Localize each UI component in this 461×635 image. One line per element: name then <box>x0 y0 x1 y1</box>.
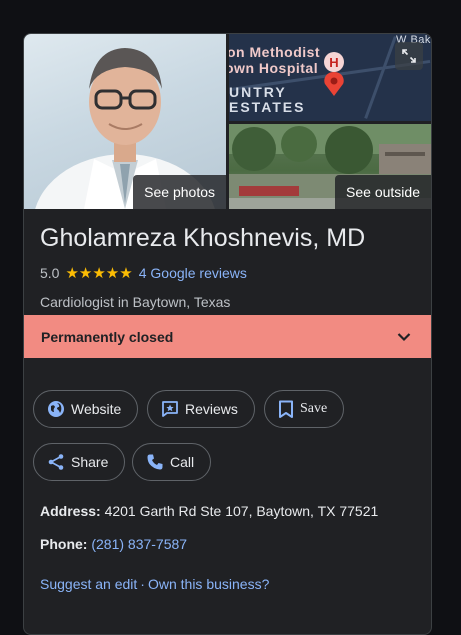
bookmark-icon <box>278 400 294 419</box>
chevron-down-icon[interactable] <box>397 329 411 345</box>
link-separator: · <box>140 576 145 592</box>
portrait-photo[interactable]: See photos <box>24 34 226 209</box>
share-label: Share <box>71 454 109 470</box>
map-thumbnail[interactable]: on Methodist own Hospital UNTRY ESTATES … <box>229 34 431 121</box>
save-label: Save <box>300 401 328 416</box>
photo-strip: See photos on Methodist own Hospital UNT… <box>24 34 431 209</box>
address-label: Address: <box>40 503 101 519</box>
business-category: Cardiologist in Baytown, Texas <box>40 294 231 310</box>
map-label: own Hospital <box>229 60 319 76</box>
rating-stars: ★★★★★ <box>65 265 133 282</box>
address-row: Address: 4201 Garth Rd Ste 107, Baytown,… <box>40 503 378 519</box>
rating-row: 5.0 ★★★★★ 4 Google reviews <box>40 264 247 282</box>
save-button[interactable]: Save <box>264 390 345 428</box>
reviews-button[interactable]: Reviews <box>147 390 255 428</box>
rating-value: 5.0 <box>40 265 60 281</box>
reviews-label: Reviews <box>185 401 238 417</box>
map-label: UNTRY <box>229 84 287 100</box>
website-label: Website <box>71 401 122 417</box>
call-label: Call <box>170 454 195 470</box>
map-label: on Methodist <box>229 44 321 60</box>
phone-row: Phone: (281) 837-7587 <box>40 536 187 552</box>
share-button[interactable]: Share <box>33 443 126 481</box>
see-outside-button[interactable]: See outside <box>335 175 431 209</box>
map-label: ESTATES <box>229 99 306 115</box>
review-star-icon <box>161 400 179 418</box>
phone-icon <box>146 453 164 471</box>
map-pin-icon: H <box>321 52 347 101</box>
phone-link[interactable]: (281) 837-7587 <box>91 536 187 552</box>
knowledge-panel: See photos on Methodist own Hospital UNT… <box>23 33 432 635</box>
footer-links: Suggest an edit · Own this business? <box>40 576 269 592</box>
suggest-edit-link[interactable]: Suggest an edit <box>40 576 137 592</box>
website-button[interactable]: Website <box>33 390 139 428</box>
business-name: Gholamreza Khoshnevis, MD <box>40 224 366 252</box>
map-road <box>364 36 397 119</box>
google-reviews-link[interactable]: 4 Google reviews <box>139 265 247 281</box>
phone-label: Phone: <box>40 536 88 552</box>
closed-label: Permanently closed <box>41 328 174 345</box>
globe-icon <box>47 400 65 418</box>
see-photos-button[interactable]: See photos <box>133 175 226 209</box>
outside-photo[interactable]: See outside <box>229 124 431 209</box>
address-value: 4201 Garth Rd Ste 107, Baytown, TX 77521 <box>104 503 379 519</box>
call-button[interactable]: Call <box>132 443 212 481</box>
share-icon <box>47 453 65 471</box>
own-business-link[interactable]: Own this business? <box>148 576 269 592</box>
permanently-closed-banner[interactable]: Permanently closed <box>24 315 431 358</box>
svg-text:H: H <box>329 55 338 70</box>
expand-icon[interactable] <box>395 42 423 70</box>
